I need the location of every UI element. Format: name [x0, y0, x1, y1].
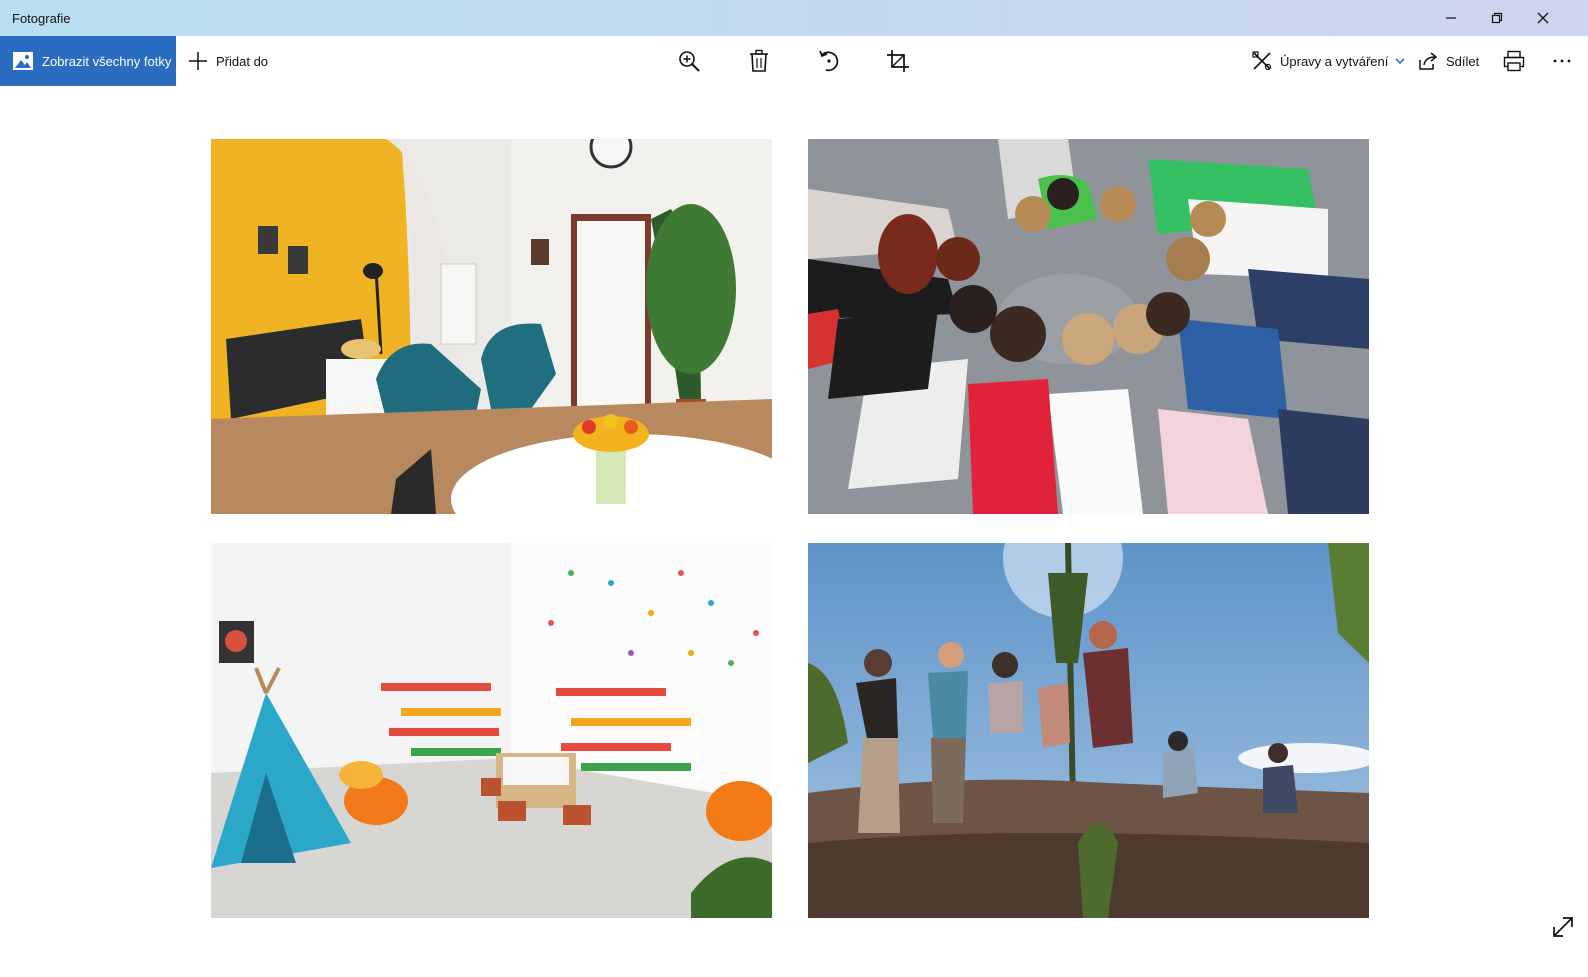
more-icon: [1553, 59, 1571, 63]
trash-icon: [750, 49, 768, 72]
crop-button[interactable]: [878, 36, 918, 86]
view-all-photos-button[interactable]: Zobrazit všechny fotky: [0, 36, 176, 86]
photo-playroom[interactable]: [211, 543, 772, 918]
children-circle-image: [808, 139, 1369, 514]
title-bar: Fotografie: [0, 0, 1588, 36]
plus-icon: [189, 52, 207, 70]
living-room-image: [211, 139, 772, 514]
edit-create-label: Úpravy a vytváření: [1280, 53, 1389, 69]
fullscreen-button[interactable]: [1550, 914, 1576, 940]
print-button[interactable]: [1494, 36, 1534, 86]
share-button[interactable]: Sdílet: [1418, 36, 1479, 86]
expand-icon: [1553, 917, 1573, 937]
photo-icon: [13, 52, 33, 70]
add-to-label: Přidat do: [216, 53, 269, 69]
crop-icon: [887, 50, 909, 72]
view-all-photos-label: Zobrazit všechny fotky: [42, 53, 172, 69]
close-icon: [1537, 12, 1549, 24]
playroom-image: [211, 543, 772, 918]
share-label: Sdílet: [1446, 53, 1480, 69]
zoom-button[interactable]: [669, 36, 709, 86]
close-button[interactable]: [1520, 0, 1566, 36]
minimize-icon: [1446, 17, 1456, 19]
photo-living-room[interactable]: [211, 139, 772, 514]
edit-create-button[interactable]: Úpravy a vytváření: [1252, 36, 1406, 86]
share-icon: [1419, 52, 1438, 70]
hike-rocks-image: [808, 543, 1369, 918]
delete-button[interactable]: [739, 36, 779, 86]
rotate-icon: [819, 50, 839, 72]
app-title: Fotografie: [12, 11, 71, 26]
toolbar: Zobrazit všechny fotky Přidat do Úpravy …: [0, 36, 1588, 86]
restore-icon: [1491, 12, 1503, 24]
rotate-button[interactable]: [809, 36, 849, 86]
print-icon: [1503, 50, 1525, 72]
restore-button[interactable]: [1474, 0, 1520, 36]
photo-children-circle[interactable]: [808, 139, 1369, 514]
more-button[interactable]: [1542, 36, 1582, 86]
add-to-button[interactable]: Přidat do: [188, 36, 268, 86]
edit-create-icon: [1252, 51, 1272, 71]
zoom-in-icon: [679, 51, 700, 72]
chevron-down-icon: [1395, 58, 1405, 65]
minimize-button[interactable]: [1428, 0, 1474, 36]
photo-hike-rocks[interactable]: [808, 543, 1369, 918]
